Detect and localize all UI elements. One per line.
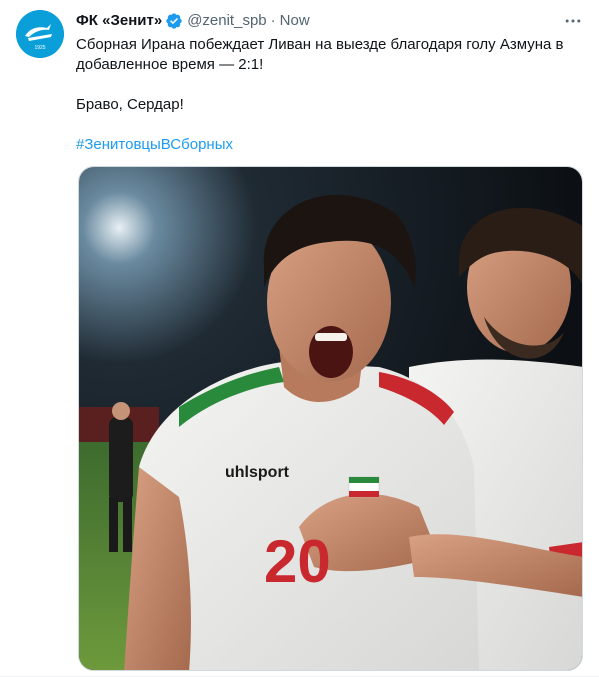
timestamp[interactable]: Now: [280, 11, 310, 31]
separator-dot: ·: [270, 12, 276, 29]
tweet[interactable]: 1925 ФК «Зенит» @zenit_spb · Now Сборная…: [0, 0, 599, 677]
zenit-logo-icon: 1925: [16, 10, 64, 58]
more-options-icon[interactable]: [560, 10, 586, 32]
tweet-text: Сборная Ирана побеждает Ливан на выезде …: [76, 35, 583, 155]
shirt-number: 20: [264, 528, 331, 595]
tweet-text-line-1: Сборная Ирана побеждает Ливан на выезде …: [76, 36, 564, 53]
football-players-photo: uhlsport 20: [79, 167, 582, 670]
hashtag-link[interactable]: #ЗенитовцыВСборных: [76, 135, 583, 155]
shirt-brand-label: uhlsport: [225, 464, 290, 481]
author-handle[interactable]: @zenit_spb: [187, 11, 266, 31]
tweet-text-paragraph-2: Браво, Сердар!: [76, 96, 184, 113]
tweet-photo[interactable]: uhlsport 20: [78, 166, 583, 671]
avatar[interactable]: 1925: [16, 10, 64, 58]
verified-badge-icon: [165, 12, 183, 30]
tweet-text-line-2: добавленное время — 2:1!: [76, 56, 264, 73]
tweet-content: ФК «Зенит» @zenit_spb · Now Сборная Иран…: [76, 10, 583, 155]
tweet-header: ФК «Зенит» @zenit_spb · Now: [76, 10, 583, 32]
author-name[interactable]: ФК «Зенит»: [76, 11, 162, 31]
svg-text:1925: 1925: [34, 45, 45, 51]
